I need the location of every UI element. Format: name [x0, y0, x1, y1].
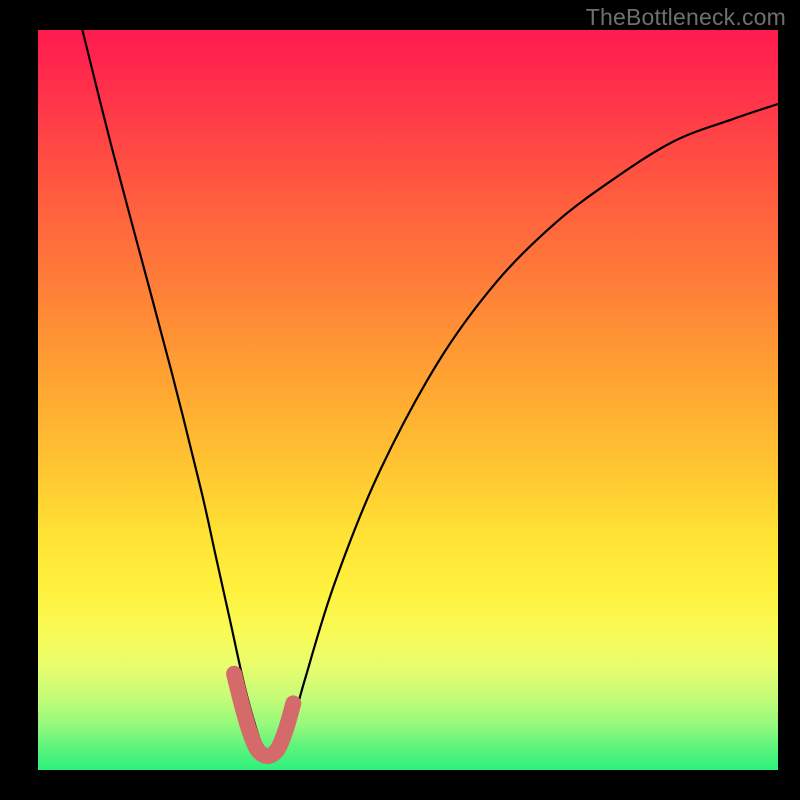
watermark-text: TheBottleneck.com — [586, 4, 786, 31]
highlight-segment — [234, 674, 293, 756]
bottleneck-curve — [82, 30, 778, 758]
plot-area — [38, 30, 778, 770]
curve-svg — [38, 30, 778, 770]
chart-frame: TheBottleneck.com — [0, 0, 800, 800]
